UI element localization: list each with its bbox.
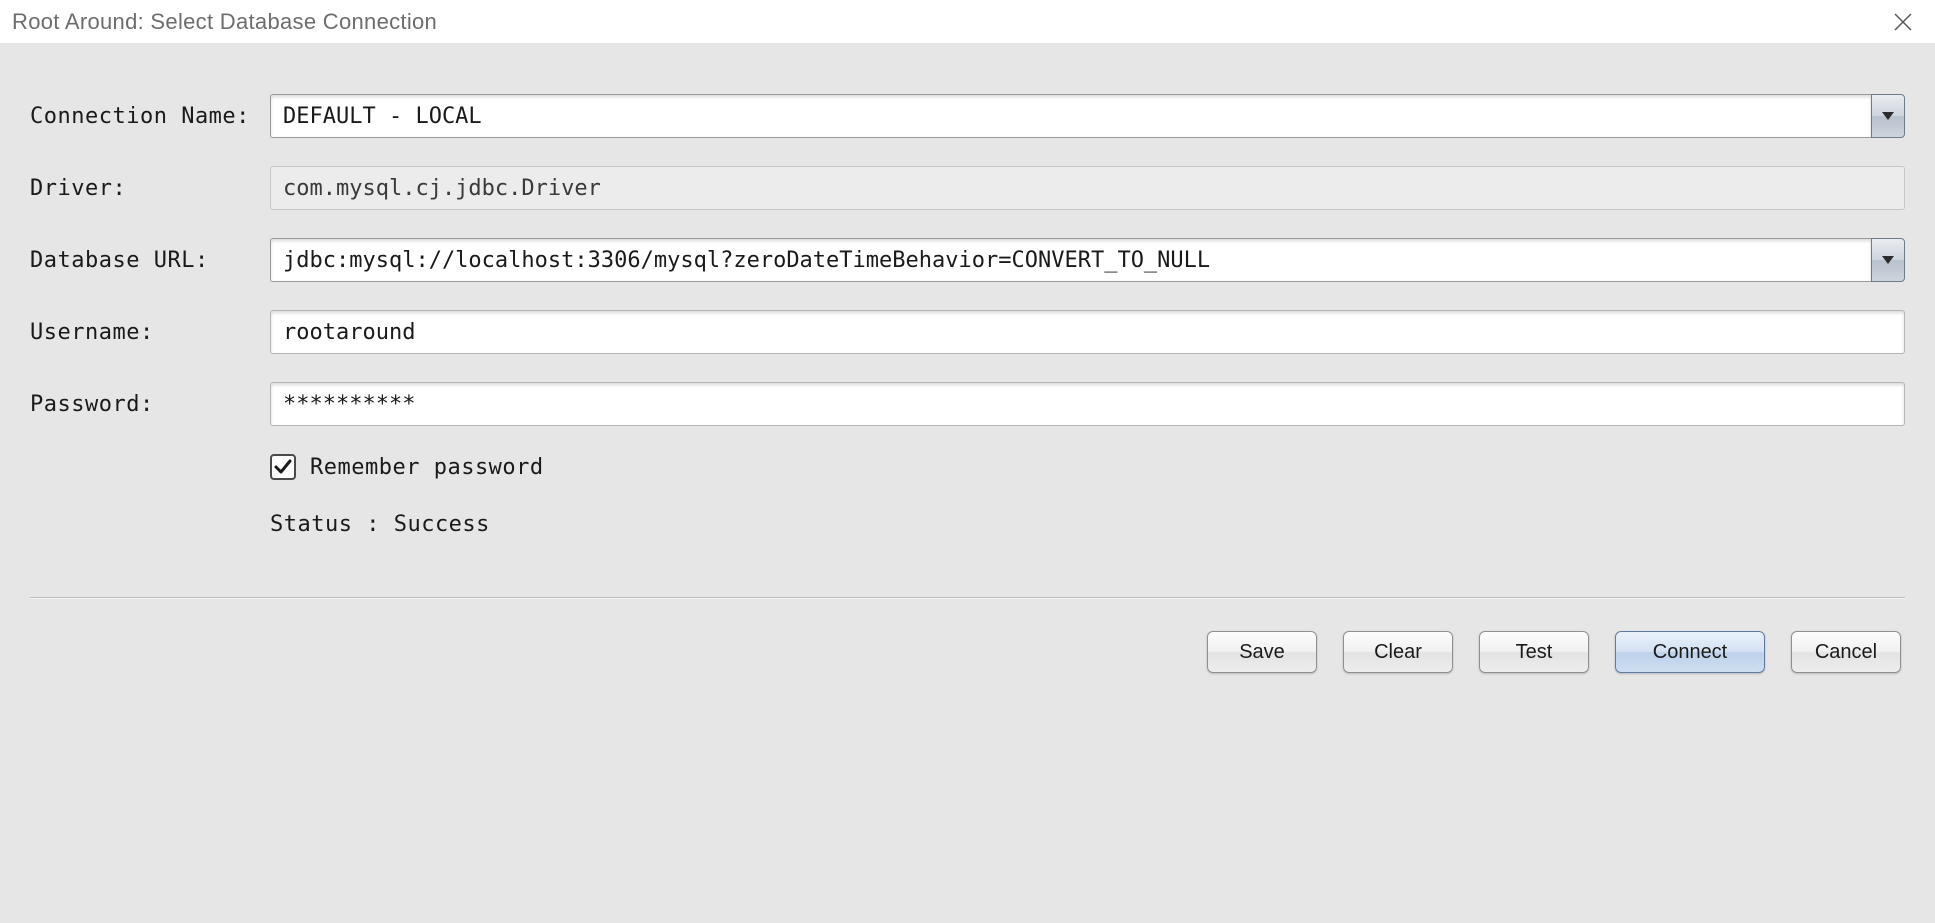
save-button[interactable]: Save xyxy=(1207,631,1317,673)
row-connection-name: Connection Name: xyxy=(30,94,1905,138)
connection-name-dropdown-button[interactable] xyxy=(1871,94,1905,138)
driver-input xyxy=(270,166,1905,210)
database-url-dropdown-button[interactable] xyxy=(1871,238,1905,282)
label-password: Password: xyxy=(30,392,270,417)
remember-password-checkbox[interactable] xyxy=(270,454,296,480)
status-text: Status : Success xyxy=(270,512,1905,537)
connection-name-combo[interactable] xyxy=(270,94,1905,138)
label-connection-name: Connection Name: xyxy=(30,104,270,129)
database-url-input[interactable] xyxy=(270,238,1871,282)
close-button[interactable] xyxy=(1887,6,1919,38)
connect-button[interactable]: Connect xyxy=(1615,631,1765,673)
test-button[interactable]: Test xyxy=(1479,631,1589,673)
chevron-down-icon xyxy=(1882,256,1894,264)
cancel-button[interactable]: Cancel xyxy=(1791,631,1901,673)
connection-name-input[interactable] xyxy=(270,94,1871,138)
button-bar: Save Clear Test Connect Cancel xyxy=(30,631,1905,673)
password-input[interactable] xyxy=(270,382,1905,426)
check-icon xyxy=(274,458,292,476)
separator xyxy=(30,597,1905,599)
window-title: Root Around: Select Database Connection xyxy=(12,9,437,35)
row-driver: Driver: xyxy=(30,166,1905,210)
row-database-url: Database URL: xyxy=(30,238,1905,282)
dialog-body: Connection Name: Driver: Da xyxy=(0,44,1935,923)
row-remember-password: Remember password xyxy=(270,454,1905,480)
remember-password-label: Remember password xyxy=(310,455,544,480)
row-password: Password: xyxy=(30,382,1905,426)
titlebar: Root Around: Select Database Connection xyxy=(0,0,1935,44)
label-driver: Driver: xyxy=(30,176,270,201)
username-input[interactable] xyxy=(270,310,1905,354)
chevron-down-icon xyxy=(1882,112,1894,120)
database-url-combo[interactable] xyxy=(270,238,1905,282)
row-username: Username: xyxy=(30,310,1905,354)
connection-form: Connection Name: Driver: Da xyxy=(30,94,1905,673)
label-database-url: Database URL: xyxy=(30,248,270,273)
close-icon xyxy=(1894,13,1912,31)
clear-button[interactable]: Clear xyxy=(1343,631,1453,673)
label-username: Username: xyxy=(30,320,270,345)
